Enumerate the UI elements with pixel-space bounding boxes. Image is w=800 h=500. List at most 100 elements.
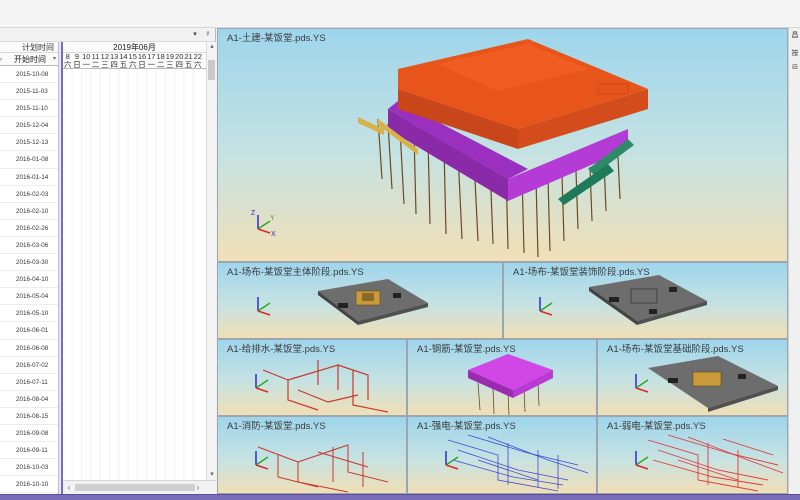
table-row[interactable]: 2016-01-14	[0, 169, 58, 186]
calendar-weekday: 四	[175, 61, 183, 68]
calendar-weekdays: 六日一二三四五六日一二三四五六	[63, 61, 206, 69]
calendar-weekday: 五	[119, 61, 128, 68]
calendar-day-number: 8	[65, 53, 70, 61]
gantt-calendar: 2019年06月 8 9 10 11 12 13 14 15 16 17 18 19 20 21 22 六日…	[63, 42, 206, 480]
right-tool-2[interactable]: 按	[790, 48, 800, 60]
scroll-up-icon[interactable]: ▴	[207, 42, 217, 52]
calendar-day-number: 17	[147, 53, 156, 61]
site-model-foundation	[648, 356, 778, 412]
calendar-day-number: 19	[165, 53, 175, 61]
table-row[interactable]: 2016-02-10	[0, 203, 58, 220]
table-row[interactable]: 2016-10-10	[0, 476, 58, 494]
table-row[interactable]: 2016-06-08	[0, 340, 58, 357]
axis-gizmo-main: Z Y X	[251, 210, 276, 237]
viewport-rebar[interactable]: A1-钢筋-某饭堂.pds.YS	[407, 339, 597, 416]
table-row[interactable]: 2016-06-01	[0, 322, 58, 340]
calendar-day-number: 10	[82, 53, 91, 61]
h-scroll-thumb[interactable]	[75, 484, 195, 491]
scroll-thumb[interactable]	[208, 60, 215, 80]
table-row[interactable]: 2015-11-03	[0, 83, 58, 101]
scroll-down-icon[interactable]: ▾	[207, 470, 217, 480]
rebar-model	[468, 354, 553, 415]
table-row[interactable]: 2016-07-02	[0, 357, 58, 374]
viewport-fire-protection[interactable]: A1-消防-某饭堂.pds.YS	[217, 416, 407, 494]
axis-gizmo-weak-electric	[635, 451, 649, 470]
viewport-site-main-stage[interactable]: A1-场布-某饭堂主体阶段.pds.YS	[217, 262, 503, 339]
calendar-day-number: 21	[184, 53, 193, 61]
table-row[interactable]: 2016-03-06	[0, 237, 58, 255]
dropdown-arrow-icon[interactable]: ▾	[190, 29, 200, 40]
calendar-weekday: 二	[156, 61, 165, 68]
axis-z-label: Z	[251, 210, 256, 217]
table-row[interactable]: 2015-10-08	[0, 66, 58, 84]
calendar-weekday: 三	[166, 61, 174, 68]
axis-gizmo-site-decoration	[539, 297, 553, 316]
table-row[interactable]: 2015-11-10	[0, 100, 58, 118]
calendar-day-number: 13	[109, 53, 119, 61]
right-toolbar: 昌 按 ⊟	[788, 28, 800, 494]
table-row[interactable]: 2016-02-26	[0, 220, 58, 237]
calendar-weekday: 一	[147, 61, 156, 68]
calendar-grid-lines	[71, 69, 194, 480]
table-row[interactable]: 2016-07-11	[0, 374, 58, 391]
scroll-left-icon[interactable]: ‹	[64, 482, 74, 493]
app-window: ▾ ᵖ 计划时间 ᵥ 开始时间 ▾ 2015-10-08 2015-11-03 20…	[0, 0, 800, 500]
scroll-right-icon[interactable]: ›	[193, 482, 203, 493]
calendar-weekday: 六	[63, 61, 72, 68]
table-row[interactable]: 2016-08-15	[0, 408, 58, 425]
viewport-weak-electric[interactable]: A1-弱电-某饭堂.pds.YS	[597, 416, 788, 494]
calendar-weekday: 六	[194, 61, 202, 68]
calendar-day-number: 16	[137, 53, 147, 61]
pipe-model-water	[262, 360, 389, 413]
start-time-column-label: 开始时间	[14, 55, 46, 64]
sort-dropdown-icon[interactable]: ▾	[53, 53, 56, 66]
calendar-weekday: 日	[73, 61, 81, 68]
table-row[interactable]: 2016-05-04	[0, 288, 58, 306]
planned-time-header: 计划时间	[0, 42, 58, 53]
calendar-weekday: 五	[184, 61, 193, 68]
calendar-month-label: 2019年06月	[63, 42, 206, 53]
table-row[interactable]: 2016-01-08	[0, 151, 58, 169]
table-row[interactable]: 2016-09-11	[0, 442, 58, 460]
table-row[interactable]: 2016-03-30	[0, 254, 58, 272]
calendar-weekday: 一	[82, 61, 90, 68]
date-rows: 2015-10-08 2015-11-03 2015-11-10 2015-12-04…	[0, 66, 58, 500]
calendar-day-numbers: 8 9 10 11 12 13 14 15 16 17 18 19 20 21 22	[63, 53, 206, 61]
axis-gizmo-water	[255, 374, 269, 393]
calendar-weekday: 日	[138, 61, 146, 68]
table-row[interactable]: 2016-02-03	[0, 186, 58, 203]
axis-gizmo-strong-electric	[445, 451, 459, 470]
gantt-vertical-scrollbar[interactable]: ▴ ▾	[206, 42, 216, 480]
site-model-decoration-stage	[589, 275, 707, 325]
calendar-day-number: 15	[128, 53, 137, 61]
calendar-weekday: 六	[128, 61, 137, 68]
start-time-column-header[interactable]: ᵥ 开始时间 ▾	[0, 53, 58, 66]
axis-gizmo-fire	[255, 451, 269, 470]
calendar-day-number: 20	[175, 53, 184, 61]
gantt-horizontal-scrollbar[interactable]: ‹ ›	[63, 480, 216, 494]
viewport-title: A1-土建-某饭堂.pds.YS	[227, 33, 326, 44]
viewport-strong-electric[interactable]: A1-强电-某饭堂.pds.YS	[407, 416, 597, 494]
right-tool-1[interactable]: 昌	[790, 30, 800, 42]
calendar-weekday: 二	[91, 61, 100, 68]
table-row[interactable]: 2015-12-13	[0, 134, 58, 152]
viewport-site-decoration-stage[interactable]: A1-场布-某饭堂装饰阶段.pds.YS	[503, 262, 788, 339]
pin-icon[interactable]: ᵖ	[203, 29, 213, 40]
viewport-site-foundation-stage[interactable]: A1-场布-某饭堂基础阶段.pds.YS	[597, 339, 788, 416]
calendar-day-number: 9	[74, 53, 80, 61]
table-row[interactable]: 2016-09-08	[0, 425, 58, 443]
table-row[interactable]: 2016-08-04	[0, 391, 58, 408]
axis-y-label: Y	[270, 215, 275, 222]
calendar-day-number: 14	[119, 53, 128, 61]
table-row[interactable]: 2016-05-10	[0, 305, 58, 323]
table-row[interactable]: 2016-10-03	[0, 459, 58, 477]
viewport-civil-main[interactable]: A1-土建-某饭堂.pds.YS Z Y X	[217, 28, 788, 262]
viewport-water-supply[interactable]: A1-给排水-某饭堂.pds.YS	[217, 339, 407, 416]
table-row[interactable]: 2015-12-04	[0, 117, 58, 135]
site-model-main-stage	[318, 279, 428, 325]
table-row[interactable]: 2016-04-10	[0, 271, 58, 289]
right-tool-3[interactable]: ⊟	[790, 62, 800, 74]
top-toolbar-strip	[0, 0, 800, 28]
status-bar	[0, 494, 800, 500]
calendar-day-number: 18	[156, 53, 165, 61]
